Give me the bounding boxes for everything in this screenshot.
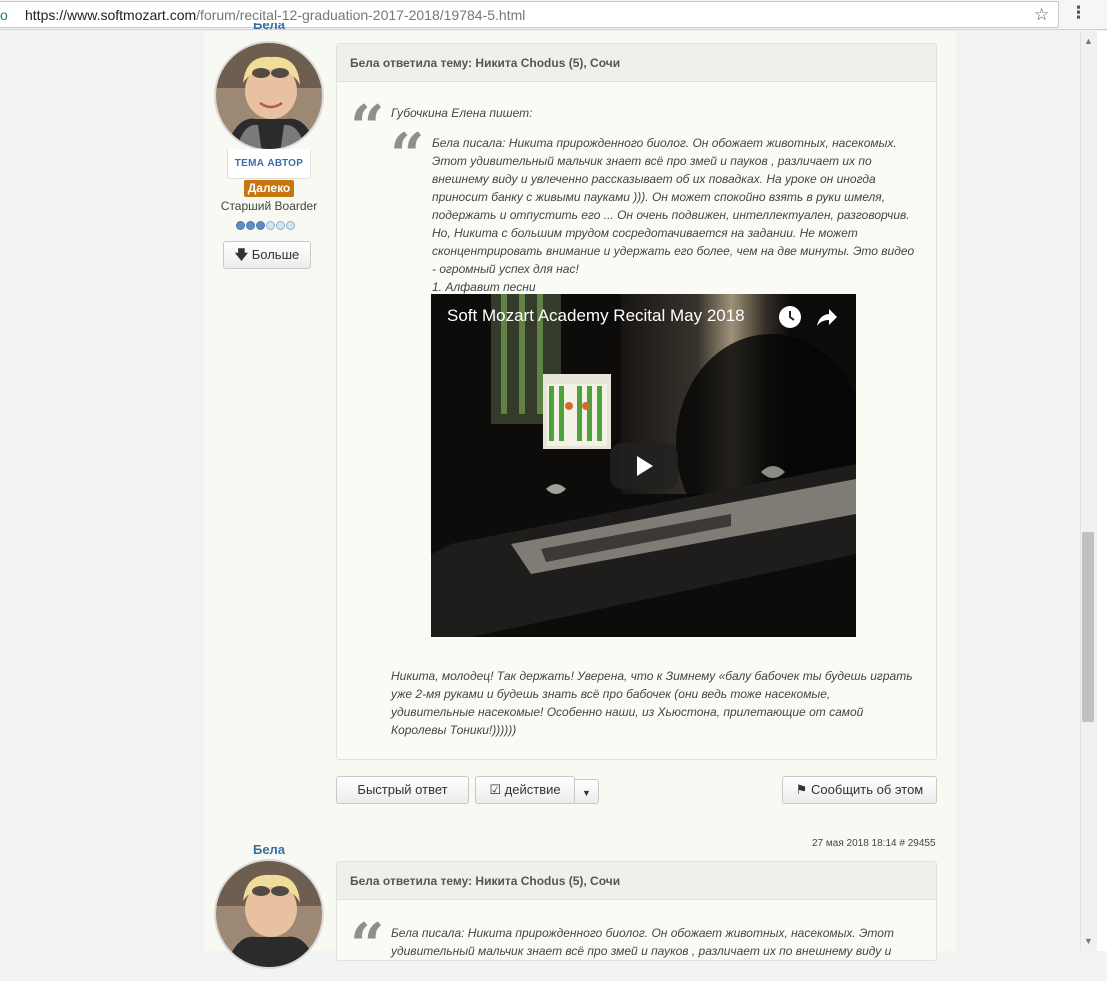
rank-dot (236, 221, 245, 230)
quote-mark-icon: “ (350, 93, 385, 163)
arrow-down-icon: 🡇 (234, 247, 249, 262)
play-button[interactable] (610, 443, 678, 489)
window-edge (1097, 31, 1107, 951)
post2-quote-text: Бела писала: Никита прирожденного биолог… (391, 926, 894, 958)
caret-down-icon: ▼ (582, 788, 591, 798)
share-arrow-icon[interactable] (815, 306, 839, 328)
post2-quote-mark-icon: “ (350, 911, 385, 981)
play-icon (637, 456, 653, 476)
rank-dot (256, 221, 265, 230)
post1-author-name[interactable]: Бела (214, 23, 324, 35)
secure-indicator-icon[interactable]: o (0, 7, 8, 23)
post1-author-avatar[interactable] (214, 41, 324, 151)
rank-level-dots (236, 217, 296, 230)
post2-timestamp[interactable]: 27 мая 2018 18:14 # 29455 (812, 838, 936, 849)
action-button[interactable]: ☑ действие (475, 776, 575, 804)
action-dropdown-button[interactable]: ▼ (574, 779, 599, 804)
rank-dot (276, 221, 285, 230)
avatar-photo (216, 43, 322, 149)
nested-quote-text: Бела писала: Никита прирожденного биолог… (432, 136, 915, 276)
post1-header: Бела ответила тему: Никита Chodus (5), С… (337, 44, 936, 82)
watch-later-clock-icon[interactable] (779, 306, 801, 328)
browser-menu-icon[interactable]: ⋮ (1070, 3, 1087, 23)
post2-author-avatar[interactable] (214, 859, 324, 969)
scroll-up-arrow-icon[interactable]: ▲ (1084, 36, 1093, 46)
rank-dot (246, 221, 255, 230)
user-rank: Старший Boarder (220, 199, 318, 213)
avatar-photo (216, 861, 322, 967)
scrollbar-thumb[interactable] (1082, 532, 1094, 722)
online-status-badge: Далеко (244, 180, 294, 197)
post1-reply-text: Никита, молодец! Так держать! Уверена, ч… (391, 669, 913, 737)
quote-list-item: 1. Алфавит песни (432, 280, 536, 294)
nested-quote-mark-icon: “ (390, 121, 425, 191)
rank-dot (266, 221, 275, 230)
rank-dot (286, 221, 295, 230)
topic-author-badge: ТЕМА АВТОР (227, 149, 311, 179)
more-button[interactable]: 🡇 Больше (223, 241, 311, 269)
report-button[interactable]: ⚑ Сообщить об этом (782, 776, 937, 804)
url-text[interactable]: https://www.softmozart.com/forum/recital… (25, 7, 525, 23)
quote-author: Губочкина Елена пишет: (391, 106, 533, 120)
post2-author-name[interactable]: Бела (214, 842, 324, 857)
url-field[interactable]: o https://www.softmozart.com/forum/recit… (0, 1, 1059, 28)
post2-header: Бела ответила тему: Никита Chodus (5), С… (337, 862, 936, 900)
bookmark-star-icon[interactable]: ☆ (1034, 5, 1049, 25)
video-title[interactable]: Soft Mozart Academy Recital May 2018 (447, 306, 772, 326)
quick-reply-button[interactable]: Быстрый ответ (336, 776, 469, 804)
edit-icon: ☑ (489, 782, 502, 797)
flag-icon: ⚑ (795, 782, 808, 797)
scroll-down-arrow-icon[interactable]: ▼ (1084, 936, 1093, 946)
page-scrollbar[interactable] (1080, 31, 1097, 951)
browser-address-bar: o https://www.softmozart.com/forum/recit… (0, 0, 1107, 30)
